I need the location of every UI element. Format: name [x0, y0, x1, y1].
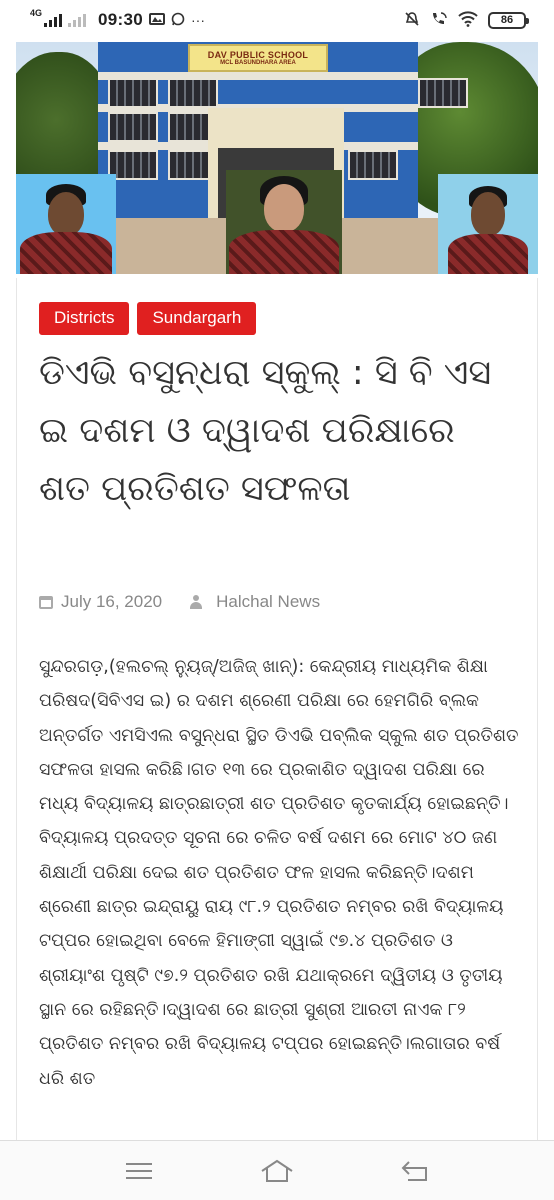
- home-icon[interactable]: [257, 1151, 297, 1191]
- calendar-icon: [39, 595, 53, 609]
- student-photo-1: [16, 174, 116, 274]
- call-icon: [430, 11, 448, 30]
- featured-image: DAV PUBLIC SCHOOL MCL BASUNDHARA AREA: [16, 42, 538, 274]
- user-icon: [190, 595, 203, 609]
- status-bar: 4G 09:30 ··· 86: [0, 0, 554, 40]
- school-signboard: DAV PUBLIC SCHOOL MCL BASUNDHARA AREA: [188, 44, 328, 72]
- back-icon[interactable]: [395, 1151, 435, 1191]
- whatsapp-icon: [171, 12, 185, 29]
- signal-2-icon: [68, 13, 87, 27]
- school-area: MCL BASUNDHARA AREA: [220, 60, 296, 66]
- status-right: 86: [404, 10, 529, 30]
- menu-icon[interactable]: [119, 1151, 159, 1191]
- navigation-bar: [0, 1140, 554, 1200]
- wifi-icon: [458, 10, 478, 30]
- article-meta: July 16, 2020 Halchal News: [39, 592, 320, 612]
- student-photo-2: [226, 170, 342, 274]
- tag-sundargarh[interactable]: Sundargarh: [137, 302, 257, 335]
- mute-icon: [404, 11, 420, 30]
- battery-indicator: 86: [488, 11, 529, 29]
- notification-icon: [149, 12, 165, 28]
- article-author[interactable]: Halchal News: [216, 592, 320, 612]
- student-photo-3: [438, 174, 538, 274]
- signal-icon: [44, 13, 63, 27]
- more-icon: ···: [191, 12, 205, 28]
- article-date[interactable]: July 16, 2020: [61, 592, 162, 612]
- school-name: DAV PUBLIC SCHOOL: [207, 50, 309, 60]
- network-type: 4G: [30, 8, 43, 18]
- status-left: 4G 09:30 ···: [30, 8, 205, 30]
- article-body: ସୁନ୍ଦରଗଡ଼,(ହଲଚଲ୍ ନ୍ୟୁଜ୍/ଅଜିଜ୍ ଖାନ୍): କେନ…: [39, 657, 519, 1089]
- clock: 09:30: [98, 10, 143, 29]
- tag-districts[interactable]: Districts: [39, 302, 130, 335]
- article-title: ଡିଏଭି ବସୁନ୍ଧରା ସ୍କୁଲ୍ : ସି ବି ଏସ ଇ ଦଶମ ଓ…: [39, 353, 492, 509]
- article-card: Districts Sundargarh ଡିଏଭି ବସୁନ୍ଧରା ସ୍କୁ…: [16, 278, 538, 1140]
- category-tags: Districts Sundargarh: [39, 302, 257, 335]
